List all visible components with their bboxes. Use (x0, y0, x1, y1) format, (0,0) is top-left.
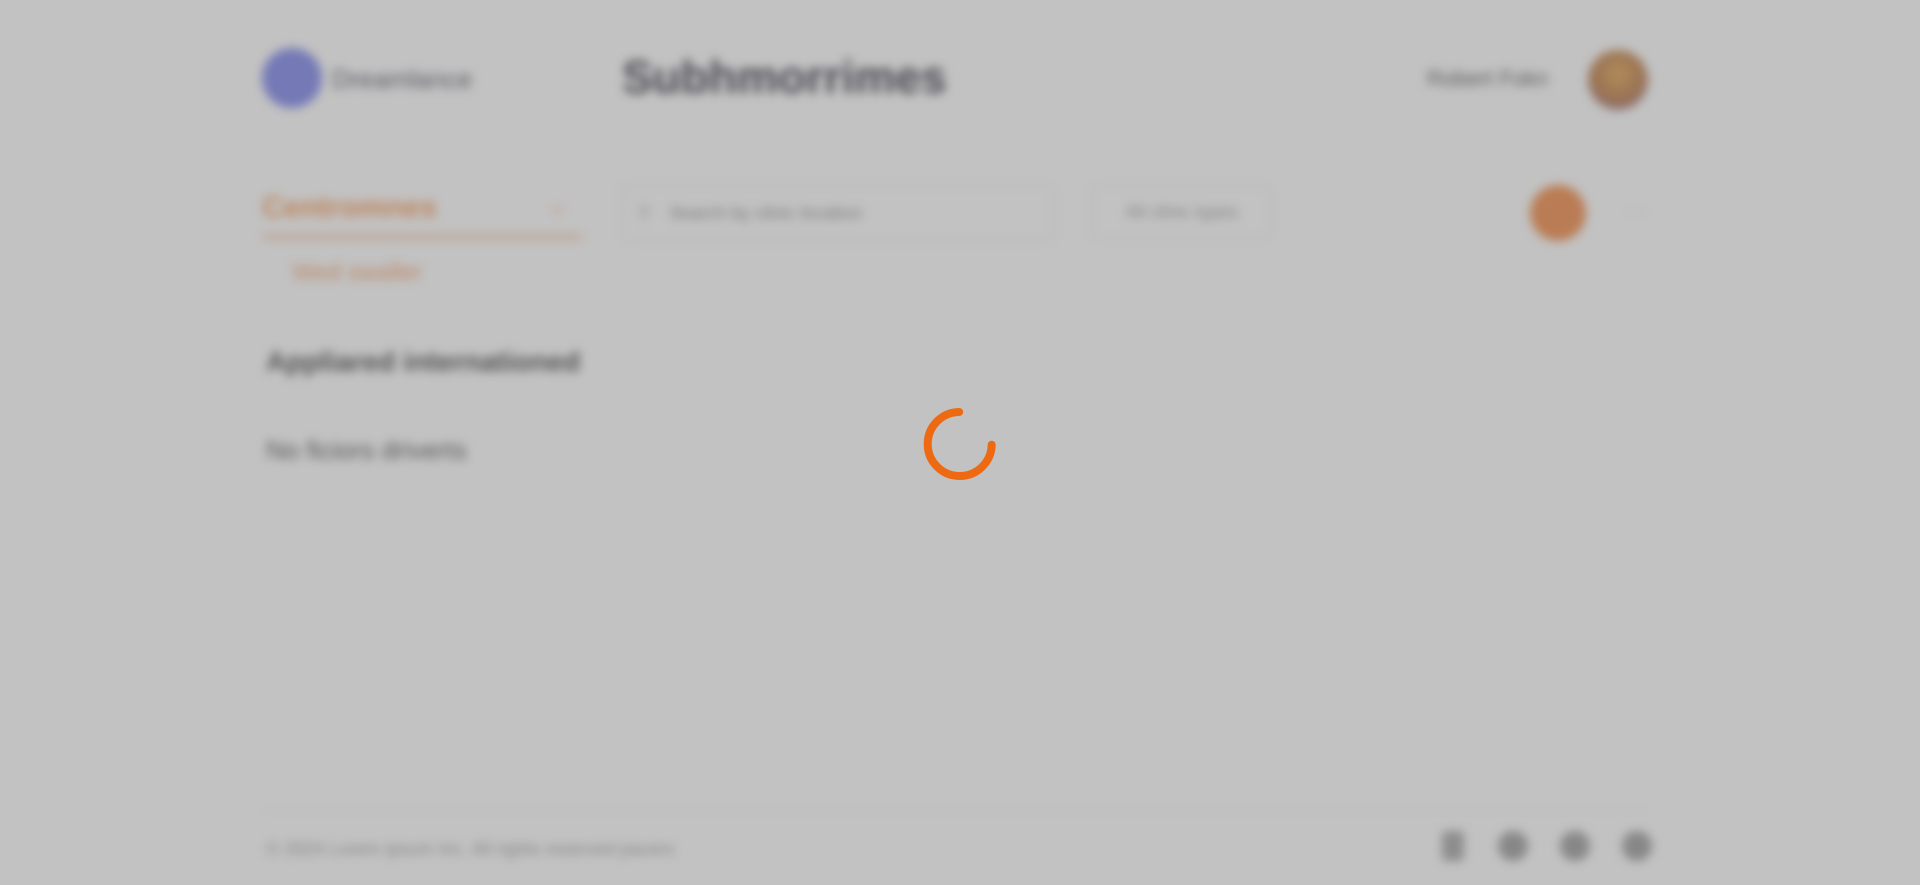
loading-spinner-icon (923, 408, 996, 480)
page: Dreamlance Subhmorrimes Robert Fokn Cent… (0, 0, 1920, 885)
